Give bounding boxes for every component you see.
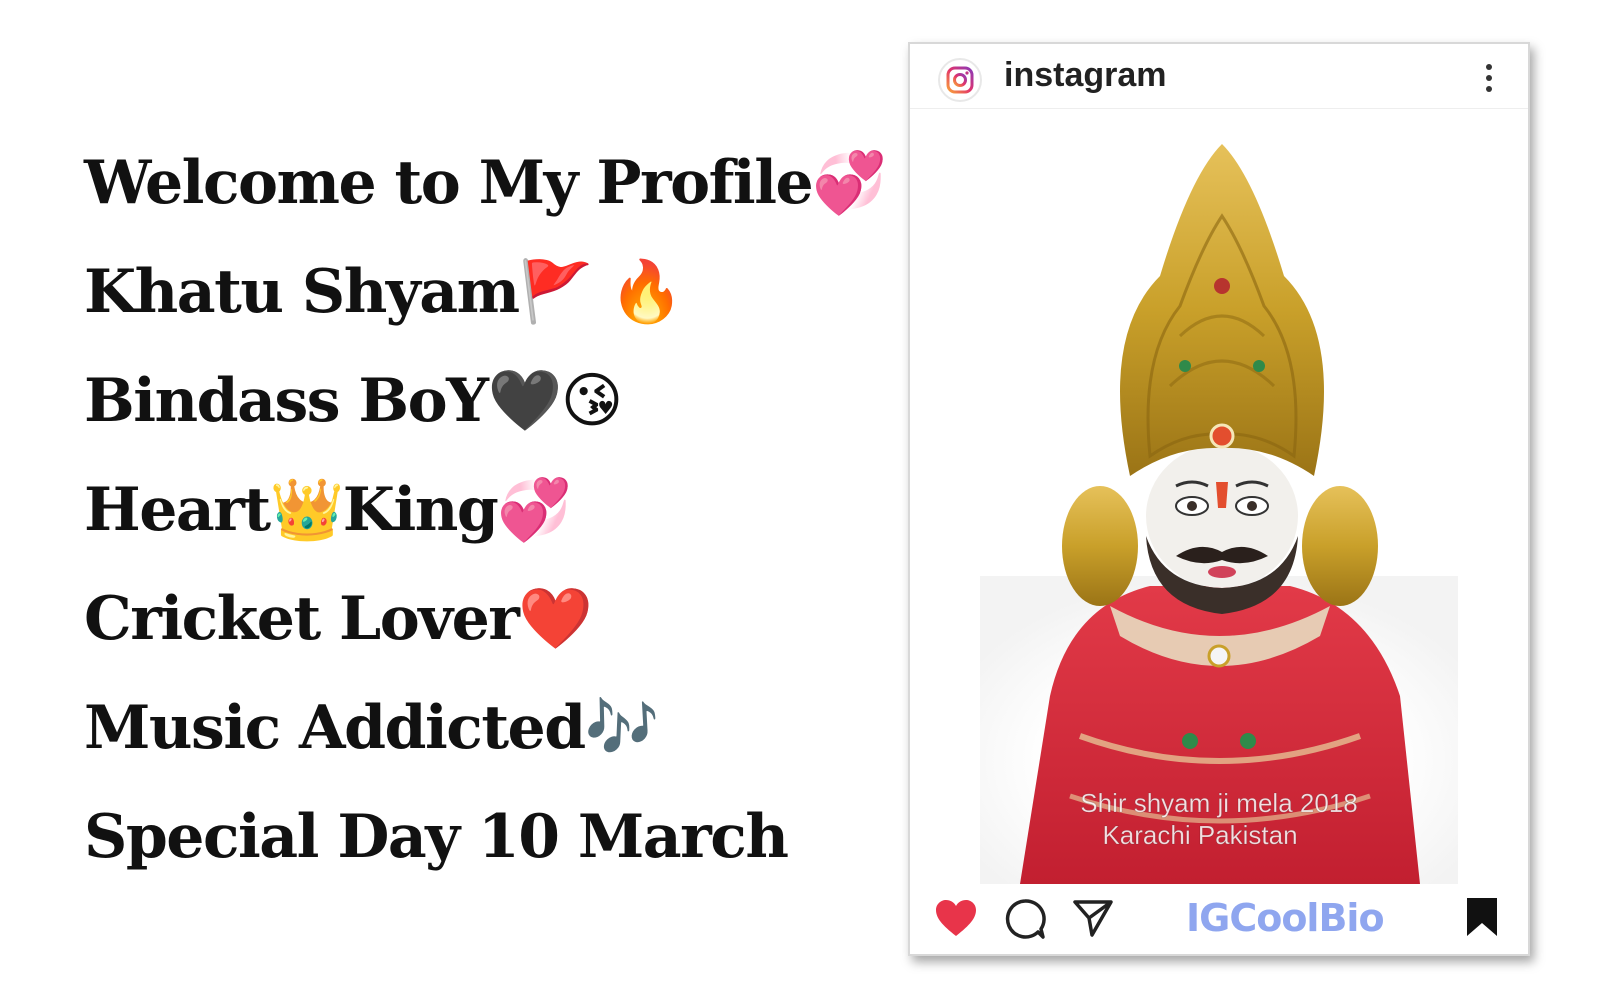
brand-watermark: IGCoolBio — [1186, 896, 1385, 940]
bio-text: Welcome to My Profile — [84, 147, 814, 218]
bio-line-heart-king: Heart 👑 King 💞 — [84, 455, 884, 564]
bio-line-welcome: Welcome to My Profile 💞 — [84, 128, 887, 237]
post-caption-line-1: Shir shyam ji mela 2018 — [1080, 788, 1357, 818]
bio-text: King — [342, 474, 499, 545]
bio-text: Heart — [84, 474, 271, 545]
instagram-post-card: instagram Shir shyam ji mela 2018 Karach… — [908, 42, 1530, 956]
two-hearts-emoji: 💞 — [497, 475, 572, 545]
music-notes-emoji: 🎶 — [584, 693, 660, 763]
black-heart-kiss-emoji: 🖤😘 — [487, 366, 623, 436]
crown-emoji: 👑 — [269, 475, 345, 545]
red-heart-emoji: ❤️ — [518, 584, 593, 654]
bio-text: Music Addicted — [84, 692, 586, 763]
bio-text: Special Day 10 March — [84, 801, 789, 872]
bio-line-bindass-boy: Bindass BoY 🖤😘 — [84, 346, 884, 455]
comment-icon[interactable] — [1004, 898, 1046, 940]
two-hearts-emoji: 💞 — [812, 148, 887, 218]
post-caption-line-2: Karachi Pakistan — [1102, 820, 1297, 850]
bookmark-icon[interactable] — [1464, 896, 1500, 938]
bio-text: Cricket Lover — [84, 583, 520, 654]
bio-text: Khatu Shyam — [84, 256, 520, 327]
flag-fire-emoji: 🚩 🔥 — [518, 257, 685, 327]
bio-text-list: Welcome to My Profile 💞 Khatu Shyam 🚩 🔥 B… — [84, 128, 887, 891]
post-image[interactable]: Shir shyam ji mela 2018 Karachi Pakistan — [980, 136, 1458, 884]
post-action-bar: IGCoolBio — [910, 882, 1528, 954]
post-header: instagram — [910, 44, 1528, 109]
bio-line-special-day: Special Day 10 March — [84, 782, 884, 891]
bio-line-khatu-shyam: Khatu Shyam 🚩 🔥 — [84, 237, 884, 346]
more-options-icon[interactable] — [1484, 62, 1494, 94]
instagram-logo-icon[interactable] — [938, 58, 982, 102]
bio-text: Bindass BoY — [84, 365, 489, 436]
deity-illustration: Shir shyam ji mela 2018 Karachi Pakistan — [980, 144, 1458, 884]
bio-line-cricket-lover: Cricket Lover ❤️ — [84, 564, 884, 673]
share-icon[interactable] — [1072, 898, 1114, 938]
post-username[interactable]: instagram — [1004, 56, 1167, 95]
heart-icon[interactable] — [934, 898, 978, 938]
bio-line-music-addicted: Music Addicted 🎶 — [84, 673, 884, 782]
